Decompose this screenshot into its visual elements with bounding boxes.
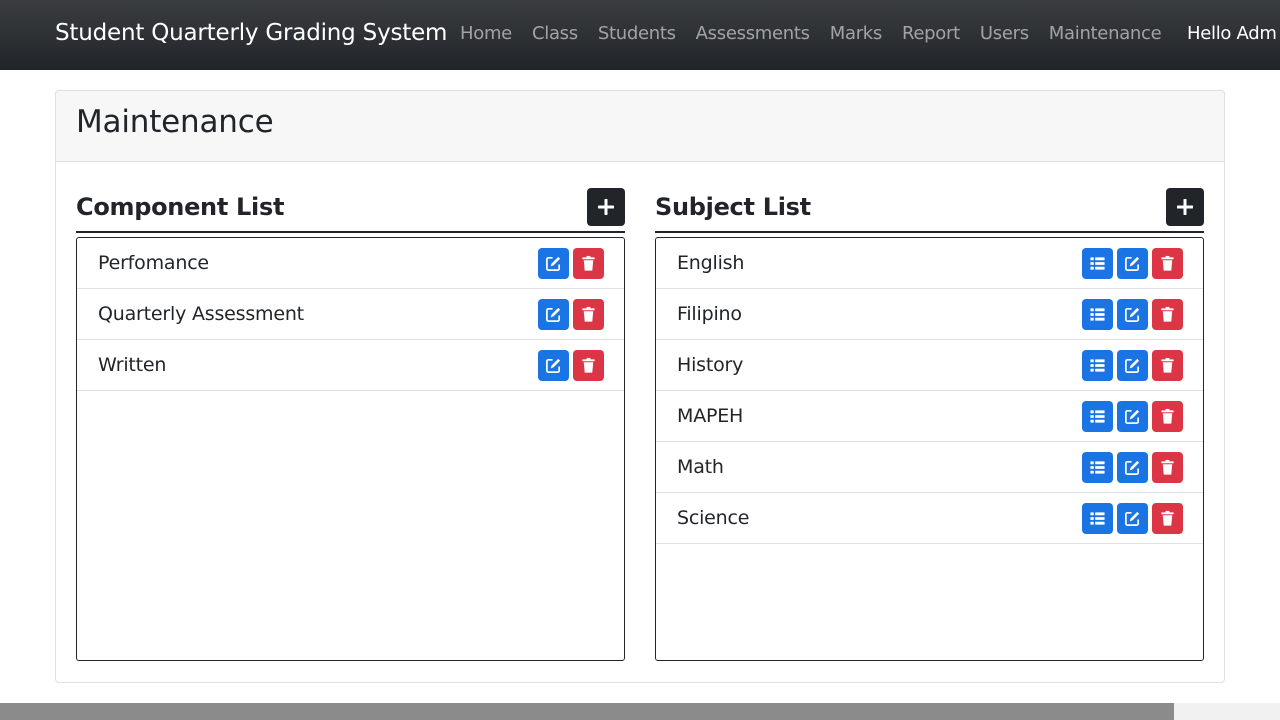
list-icon — [1090, 358, 1105, 372]
brand[interactable]: Student Quarterly Grading System — [55, 20, 447, 46]
edit-icon — [546, 358, 561, 373]
view-list-button[interactable] — [1082, 298, 1113, 330]
edit-icon — [546, 307, 561, 322]
edit-button[interactable] — [1117, 349, 1148, 381]
edit-button[interactable] — [1117, 298, 1148, 330]
nav-item-users[interactable]: Users — [970, 23, 1039, 44]
delete-button[interactable] — [573, 247, 604, 279]
list-icon — [1090, 307, 1105, 321]
view-list-button[interactable] — [1082, 247, 1113, 279]
subject-list-header: Subject List — [655, 187, 1204, 233]
edit-button[interactable] — [538, 298, 569, 330]
add-subject-button[interactable] — [1166, 188, 1204, 226]
subject-list: English Filipino History MAPEH Math Science — [655, 237, 1204, 661]
trash-icon — [582, 255, 595, 271]
component-list-panel: Component List Perfomance Quarterly Asse… — [76, 187, 625, 661]
view-list-button[interactable] — [1082, 451, 1113, 483]
nav-item-class[interactable]: Class — [522, 23, 588, 44]
edit-button[interactable] — [538, 349, 569, 381]
edit-icon — [1125, 511, 1140, 526]
edit-button[interactable] — [1117, 502, 1148, 534]
plus-icon — [1177, 199, 1193, 215]
edit-button[interactable] — [538, 247, 569, 279]
view-list-button[interactable] — [1082, 349, 1113, 381]
component-name: Quarterly Assessment — [98, 303, 304, 325]
trash-icon — [1161, 459, 1174, 475]
list-item: Filipino — [656, 289, 1203, 340]
edit-icon — [1125, 460, 1140, 475]
list-item: History — [656, 340, 1203, 391]
subject-list-panel: Subject List English Filipino History MAPEH… — [655, 187, 1204, 661]
subject-name: Science — [677, 507, 750, 529]
component-list: Perfomance Quarterly Assessment Written — [76, 237, 625, 661]
list-item: Science — [656, 493, 1203, 544]
user-greeting[interactable]: Hello Adm — [1187, 23, 1277, 44]
list-item: Written — [77, 340, 624, 391]
trash-icon — [1161, 255, 1174, 271]
nav-item-assessments[interactable]: Assessments — [686, 23, 820, 44]
component-name: Perfomance — [98, 252, 209, 274]
component-list-title: Component List — [76, 193, 285, 221]
nav-item-maintenance[interactable]: Maintenance — [1039, 23, 1172, 44]
edit-icon — [1125, 358, 1140, 373]
list-icon — [1090, 256, 1105, 270]
delete-button[interactable] — [1152, 502, 1183, 534]
trash-icon — [582, 306, 595, 322]
list-icon — [1090, 511, 1105, 525]
subject-name: English — [677, 252, 745, 274]
delete-button[interactable] — [1152, 298, 1183, 330]
list-item: Quarterly Assessment — [77, 289, 624, 340]
nav-item-students[interactable]: Students — [588, 23, 686, 44]
list-item: MAPEH — [656, 391, 1203, 442]
edit-button[interactable] — [1117, 247, 1148, 279]
view-list-button[interactable] — [1082, 502, 1113, 534]
view-list-button[interactable] — [1082, 400, 1113, 432]
scrollbar-thumb[interactable] — [0, 703, 1174, 720]
list-item: English — [656, 238, 1203, 289]
delete-button[interactable] — [1152, 400, 1183, 432]
delete-button[interactable] — [1152, 349, 1183, 381]
card-header: Maintenance — [56, 91, 1224, 162]
trash-icon — [1161, 306, 1174, 322]
subject-name: Filipino — [677, 303, 742, 325]
delete-button[interactable] — [573, 298, 604, 330]
subject-name: Math — [677, 456, 724, 478]
trash-icon — [582, 357, 595, 373]
nav-item-marks[interactable]: Marks — [820, 23, 892, 44]
trash-icon — [1161, 510, 1174, 526]
subject-name: MAPEH — [677, 405, 744, 427]
horizontal-scrollbar[interactable] — [0, 703, 1280, 720]
page-title: Maintenance — [76, 104, 274, 140]
nav-item-report[interactable]: Report — [892, 23, 970, 44]
edit-icon — [1125, 307, 1140, 322]
edit-button[interactable] — [1117, 400, 1148, 432]
edit-button[interactable] — [1117, 451, 1148, 483]
navbar: Student Quarterly Grading System Home Cl… — [0, 0, 1280, 70]
trash-icon — [1161, 357, 1174, 373]
edit-icon — [1125, 409, 1140, 424]
subject-list-title: Subject List — [655, 193, 811, 221]
list-icon — [1090, 409, 1105, 423]
nav-item-home[interactable]: Home — [450, 23, 522, 44]
trash-icon — [1161, 408, 1174, 424]
maintenance-card: Maintenance Component List Perfomance Qu… — [55, 90, 1225, 683]
delete-button[interactable] — [1152, 451, 1183, 483]
plus-icon — [598, 199, 614, 215]
subject-name: History — [677, 354, 744, 376]
list-item: Perfomance — [77, 238, 624, 289]
list-icon — [1090, 460, 1105, 474]
edit-icon — [546, 256, 561, 271]
add-component-button[interactable] — [587, 188, 625, 226]
list-item: Math — [656, 442, 1203, 493]
component-name: Written — [98, 354, 167, 376]
delete-button[interactable] — [1152, 247, 1183, 279]
edit-icon — [1125, 256, 1140, 271]
delete-button[interactable] — [573, 349, 604, 381]
nav-menu: Home Class Students Assessments Marks Re… — [450, 23, 1171, 44]
component-list-header: Component List — [76, 187, 625, 233]
